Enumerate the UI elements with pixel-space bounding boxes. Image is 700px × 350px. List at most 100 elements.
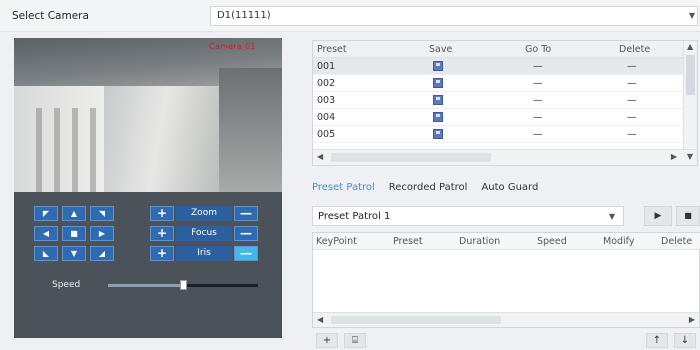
zoom-out-button[interactable]: — <box>234 206 258 221</box>
column-header-preset: Preset <box>317 44 347 55</box>
ptz-down-right-button[interactable]: ◢ <box>90 246 114 261</box>
save-icon[interactable] <box>433 95 443 105</box>
keypoint-table-header: KeyPoint Preset Duration Speed Modify De… <box>313 233 700 250</box>
scroll-left-icon[interactable]: ◀ <box>317 152 323 161</box>
column-header-preset: Preset <box>393 236 423 247</box>
preset-number: 002 <box>317 78 336 89</box>
preset-number: 001 <box>317 61 336 72</box>
goto-icon[interactable]: — <box>533 129 543 140</box>
iris-open-button[interactable]: + <box>150 246 174 261</box>
ptz-down-button[interactable]: ▼ <box>62 246 86 261</box>
delete-keypoint-button[interactable]: ⌸ <box>344 333 366 348</box>
ptz-center-button[interactable]: ■ <box>62 226 86 241</box>
table-row[interactable]: 002 — — <box>313 75 683 92</box>
goto-icon[interactable]: — <box>533 112 543 123</box>
keypoint-table: KeyPoint Preset Duration Speed Modify De… <box>312 232 700 328</box>
preset-number: 003 <box>317 95 336 106</box>
save-icon[interactable] <box>433 129 443 139</box>
tab-recorded-patrol[interactable]: Recorded Patrol <box>389 180 468 198</box>
patrol-tabs: Preset Patrol Recorded Patrol Auto Guard <box>312 180 552 198</box>
focus-label: Focus <box>176 226 232 241</box>
scroll-right-icon[interactable]: ▶ <box>689 315 695 324</box>
play-patrol-button[interactable]: ▶ <box>644 206 672 226</box>
preset-table: Preset Save Go To Delete 001 — — 002 — —… <box>312 40 698 166</box>
focus-near-button[interactable]: + <box>150 226 174 241</box>
goto-icon[interactable]: — <box>533 95 543 106</box>
speed-slider-fill <box>108 284 183 287</box>
delete-icon[interactable]: — <box>627 61 637 72</box>
camera-select-row: Select Camera D1(11111) ▼ <box>0 0 700 32</box>
delete-icon[interactable]: — <box>627 112 637 123</box>
scrollbar-thumb[interactable] <box>331 153 491 162</box>
video-feed[interactable]: Camera 01 <box>14 38 282 192</box>
column-header-goto: Go To <box>525 44 552 55</box>
lens-controls: + Zoom — + Focus — + Iris — <box>150 206 258 266</box>
preset-number: 005 <box>317 129 336 140</box>
column-header-save: Save <box>429 44 453 55</box>
scroll-left-icon[interactable]: ◀ <box>317 315 323 324</box>
video-overlay-text: Camera 01 <box>209 42 256 51</box>
camera-select[interactable]: D1(11111) ▼ <box>210 6 698 26</box>
scroll-right-icon[interactable]: ▶ <box>671 152 677 161</box>
delete-icon[interactable]: — <box>627 78 637 89</box>
ptz-up-right-button[interactable]: ◥ <box>90 206 114 221</box>
chevron-down-icon[interactable]: ▼ <box>689 11 695 20</box>
chevron-down-icon[interactable]: ▼ <box>609 212 615 221</box>
save-icon[interactable] <box>433 61 443 71</box>
scroll-up-icon[interactable]: ▲ <box>687 42 693 51</box>
iris-row: + Iris — <box>150 246 258 261</box>
delete-icon[interactable]: — <box>627 95 637 106</box>
ptz-up-left-button[interactable]: ◤ <box>34 206 58 221</box>
scrollbar-thumb[interactable] <box>686 55 695 95</box>
tab-preset-patrol[interactable]: Preset Patrol <box>312 180 375 198</box>
add-keypoint-button[interactable]: + <box>316 333 338 348</box>
scroll-down-icon[interactable]: ▼ <box>687 152 693 161</box>
column-header-delete: Delete <box>661 236 693 247</box>
zoom-label: Zoom <box>176 206 232 221</box>
ptz-direction-pad: ◤ ▲ ◥ ◀ ■ ▶ ◣ ▼ ◢ <box>34 206 114 261</box>
preset-table-horizontal-scrollbar[interactable]: ◀ ▶ ▼ <box>313 149 697 165</box>
delete-icon[interactable]: — <box>627 129 637 140</box>
ptz-down-left-button[interactable]: ◣ <box>34 246 58 261</box>
speed-slider-handle[interactable] <box>180 280 187 290</box>
patrol-select-value: Preset Patrol 1 <box>318 211 391 222</box>
focus-row: + Focus — <box>150 226 258 241</box>
save-icon[interactable] <box>433 78 443 88</box>
speed-label: Speed <box>52 280 81 290</box>
zoom-row: + Zoom — <box>150 206 258 221</box>
keypoint-table-horizontal-scrollbar[interactable]: ◀ ▶ <box>313 312 699 327</box>
table-row[interactable]: 003 — — <box>313 92 683 109</box>
live-view-panel: Camera 01 ◤ ▲ ◥ ◀ ■ ▶ ◣ ▼ ◢ + Zoom — + F… <box>14 38 282 338</box>
scrollbar-thumb[interactable] <box>331 316 501 324</box>
column-header-modify: Modify <box>603 236 635 247</box>
ptz-left-button[interactable]: ◀ <box>34 226 58 241</box>
zoom-in-button[interactable]: + <box>150 206 174 221</box>
tab-auto-guard[interactable]: Auto Guard <box>481 180 538 198</box>
focus-far-button[interactable]: — <box>234 226 258 241</box>
move-down-button[interactable]: ↓ <box>674 333 696 348</box>
preset-number: 004 <box>317 112 336 123</box>
keypoint-actions: + ⌸ ↑ ↓ <box>312 332 700 350</box>
column-header-keypoint: KeyPoint <box>316 236 357 247</box>
save-icon[interactable] <box>433 112 443 122</box>
table-row[interactable]: 005 — — <box>313 126 683 143</box>
ptz-up-button[interactable]: ▲ <box>62 206 86 221</box>
camera-select-label: Select Camera <box>12 10 89 22</box>
speed-slider[interactable] <box>108 280 258 290</box>
patrol-select[interactable]: Preset Patrol 1 ▼ <box>312 206 624 226</box>
goto-icon[interactable]: — <box>533 61 543 72</box>
iris-close-button[interactable]: — <box>234 246 258 261</box>
preset-table-vertical-scrollbar[interactable]: ▲ <box>683 41 697 149</box>
move-up-button[interactable]: ↑ <box>646 333 668 348</box>
iris-label: Iris <box>176 246 232 261</box>
column-header-speed: Speed <box>537 236 567 247</box>
column-header-delete: Delete <box>619 44 651 55</box>
preset-table-header: Preset Save Go To Delete <box>313 41 683 58</box>
stop-patrol-button[interactable]: ■ <box>676 206 700 226</box>
table-row[interactable]: 001 — — <box>313 58 683 75</box>
ptz-controls: ◤ ▲ ◥ ◀ ■ ▶ ◣ ▼ ◢ + Zoom — + Focus — + I… <box>14 192 282 338</box>
ptz-right-button[interactable]: ▶ <box>90 226 114 241</box>
table-row[interactable]: 004 — — <box>313 109 683 126</box>
camera-select-value: D1(11111) <box>217 10 271 21</box>
goto-icon[interactable]: — <box>533 78 543 89</box>
